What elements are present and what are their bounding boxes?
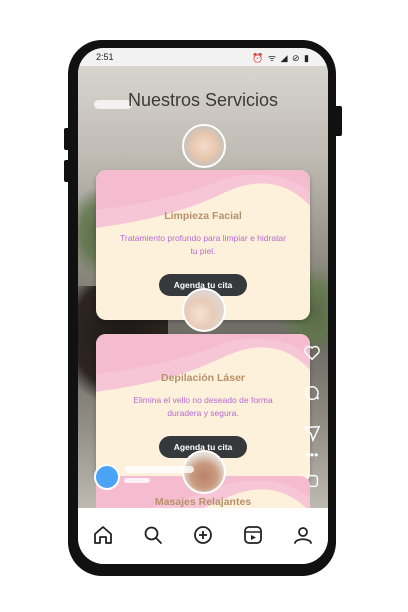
service-avatar-laser (182, 288, 226, 332)
create-icon (194, 526, 212, 544)
nav-search[interactable] (140, 522, 166, 548)
service-title: Masajes Relajantes (154, 496, 252, 508)
status-icons: ⏰ ᯤ ◢ ⊘ ▮ (252, 53, 310, 63)
service-title: Depilación Láser (160, 372, 246, 384)
status-time: 2:51 (96, 52, 114, 62)
home-icon (94, 526, 112, 544)
reel-caption-placeholder (124, 478, 150, 483)
reels-icon (244, 526, 262, 544)
nav-profile[interactable] (290, 522, 316, 548)
profile-icon (294, 527, 312, 544)
phone-screen: 2:51 ⏰ ᯤ ◢ ⊘ ▮ Nuestros Servicios Limpie… (78, 48, 328, 564)
heart-icon[interactable] (303, 344, 321, 362)
status-bar: 2:51 ⏰ ᯤ ◢ ⊘ ▮ (78, 48, 328, 66)
send-icon[interactable] (303, 424, 321, 442)
comment-icon[interactable] (303, 384, 321, 402)
reel-author-name-placeholder (124, 466, 194, 473)
service-description: Elimina el vello no deseado de forma dur… (133, 395, 273, 418)
page-title: Nuestros Servicios (127, 90, 279, 110)
bottom-nav (78, 508, 328, 564)
service-avatar-facial (182, 124, 226, 168)
nav-reels[interactable] (240, 522, 266, 548)
service-title: Limpieza Facial (164, 210, 242, 222)
search-icon (144, 526, 162, 544)
nav-create[interactable] (190, 522, 216, 548)
reel-content[interactable]: Nuestros Servicios Limpieza Facial Trata… (78, 66, 328, 508)
more-icon[interactable]: ••• (303, 448, 321, 462)
nav-home[interactable] (90, 522, 116, 548)
service-description: Tratamiento profundo para limpiar e hidr… (120, 233, 286, 256)
reel-author-avatar[interactable] (94, 464, 120, 490)
